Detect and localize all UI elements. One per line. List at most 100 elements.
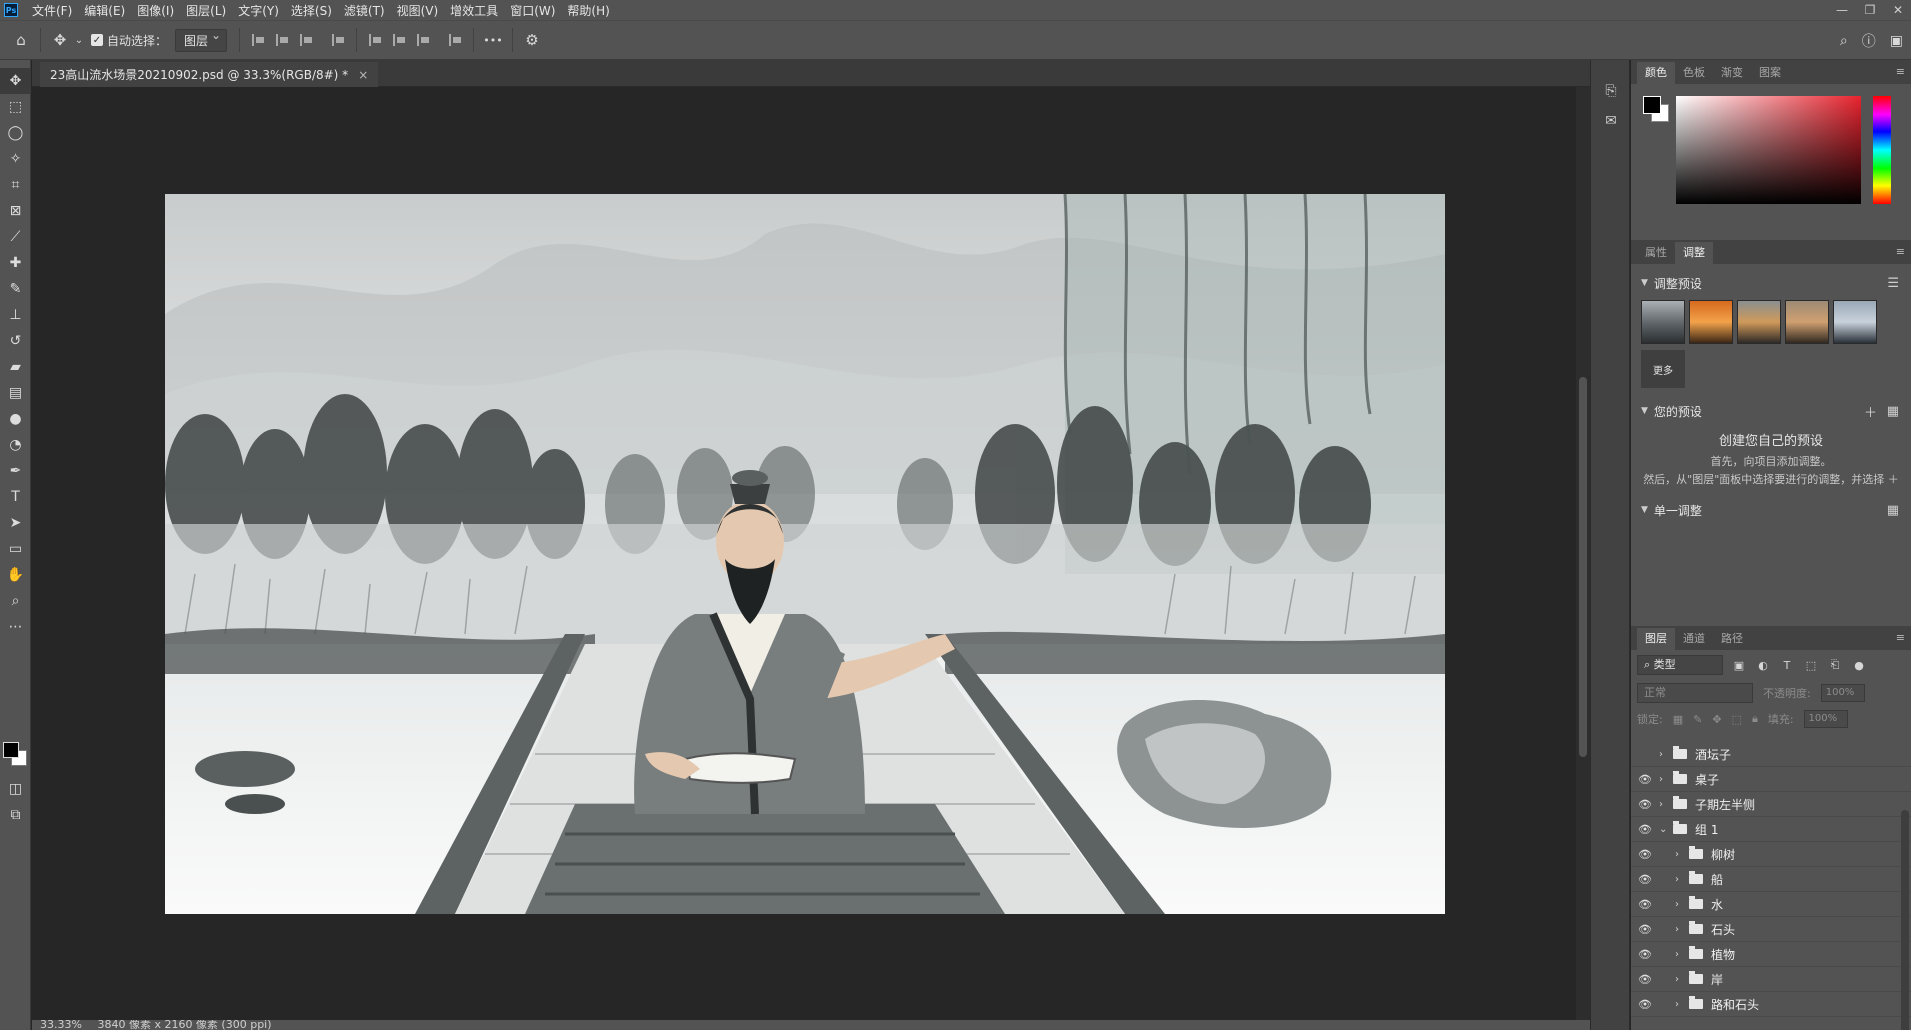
preset-thumbnail[interactable] <box>1785 300 1829 344</box>
screen-mode-icon[interactable]: ⧉ <box>0 802 31 828</box>
align-right-icon[interactable] <box>294 34 318 46</box>
fill-input[interactable]: 100% <box>1803 710 1848 728</box>
scrollbar-thumb[interactable] <box>1579 377 1587 757</box>
home-icon[interactable]: ⌂ <box>8 31 34 49</box>
align-top-icon[interactable] <box>363 34 387 46</box>
list-view-icon[interactable]: ☰ <box>1887 276 1899 291</box>
align-vertical-center-icon[interactable] <box>387 34 411 46</box>
document-tab[interactable]: 23高山流水场景20210902.psd @ 33.3%(RGB/8#) * × <box>40 62 379 87</box>
help-icon[interactable]: ⓘ <box>1862 31 1876 51</box>
lasso-tool-icon[interactable]: ◯ <box>0 120 31 146</box>
lock-all-icon[interactable]: 🔒︎ <box>1752 712 1758 726</box>
menu-edit[interactable]: 编辑(E) <box>78 2 131 19</box>
eye-icon[interactable]: 👁︎ <box>1631 823 1659 836</box>
tab-gradients[interactable]: 渐变 <box>1713 62 1751 84</box>
grid-view-icon[interactable]: ▦ <box>1887 404 1899 419</box>
close-tab-icon[interactable]: × <box>358 68 368 82</box>
tab-color[interactable]: 颜色 <box>1637 62 1675 84</box>
tab-properties[interactable]: 属性 <box>1637 242 1675 264</box>
lock-pixels-icon[interactable]: ✎ <box>1693 713 1702 726</box>
rectangle-tool-icon[interactable]: ▭ <box>0 536 31 562</box>
eye-icon[interactable]: 👁︎ <box>1631 798 1659 811</box>
foreground-color-swatch[interactable] <box>1643 96 1661 114</box>
layer-row[interactable]: 👁︎ › 路和石头 <box>1631 992 1911 1017</box>
history-panel-icon[interactable]: ⎘ <box>1591 76 1631 106</box>
menu-type[interactable]: 文字(Y) <box>232 2 285 19</box>
blur-tool-icon[interactable]: ● <box>0 406 31 432</box>
zoom-level[interactable]: 33.33% <box>40 1020 82 1030</box>
opacity-input[interactable]: 100% <box>1820 684 1865 702</box>
filter-smart-object-icon[interactable]: ⎗ <box>1827 658 1843 672</box>
menu-layer[interactable]: 图层(L) <box>180 2 232 19</box>
menu-file[interactable]: 文件(F) <box>26 2 78 19</box>
tab-swatches[interactable]: 色板 <box>1675 62 1713 84</box>
search-icon[interactable]: ⌕ <box>1840 33 1848 49</box>
layer-row[interactable]: 👁︎ › 石头 <box>1631 917 1911 942</box>
gradient-tool-icon[interactable]: ▤ <box>0 380 31 406</box>
pen-tool-icon[interactable]: ✒ <box>0 458 31 484</box>
tab-adjustments[interactable]: 调整 <box>1675 242 1713 264</box>
workspace-icon[interactable]: ▣ <box>1890 33 1903 49</box>
chevron-down-icon[interactable]: ⌄ <box>73 35 85 46</box>
healing-brush-tool-icon[interactable]: ✚ <box>0 250 31 276</box>
panel-menu-icon[interactable]: ≡ <box>1896 245 1905 258</box>
chevron-right-icon[interactable]: › <box>1659 749 1671 760</box>
preset-thumbnail[interactable] <box>1641 300 1685 344</box>
comments-panel-icon[interactable]: ✉ <box>1591 106 1631 136</box>
distribute-horizontal-icon[interactable] <box>443 34 467 46</box>
magic-wand-tool-icon[interactable]: ✧ <box>0 146 31 172</box>
layer-row[interactable]: 👁︎ › 桌子 <box>1631 767 1911 792</box>
marquee-tool-icon[interactable]: ⬚ <box>0 94 31 120</box>
foreground-color-swatch[interactable] <box>3 742 19 758</box>
filter-adjustment-icon[interactable]: ◐ <box>1755 659 1771 672</box>
brush-tool-icon[interactable]: ✎ <box>0 276 31 302</box>
preset-thumbnail[interactable] <box>1689 300 1733 344</box>
canvas-area[interactable] <box>32 87 1576 1020</box>
type-tool-icon[interactable]: T <box>0 484 31 510</box>
minimize-icon[interactable]: — <box>1835 3 1849 17</box>
eye-icon[interactable]: 👁︎ <box>1631 873 1659 886</box>
layer-row[interactable]: 👁︎ › 岸 <box>1631 967 1911 992</box>
menu-filter[interactable]: 滤镜(T) <box>338 2 391 19</box>
color-picker-field[interactable] <box>1676 96 1861 204</box>
crop-tool-icon[interactable]: ⌗ <box>0 172 31 198</box>
align-left-icon[interactable] <box>246 34 270 46</box>
align-bottom-icon[interactable] <box>411 34 435 46</box>
layer-filter-dropdown[interactable]: ⌕ 类型 <box>1637 655 1723 675</box>
grid-view-icon[interactable]: ▦ <box>1887 503 1899 518</box>
eyedropper-tool-icon[interactable]: ⟋ <box>0 224 31 250</box>
filter-toggle-icon[interactable]: ● <box>1851 659 1867 672</box>
menu-view[interactable]: 视图(V) <box>391 2 445 19</box>
layer-row[interactable]: 👁︎› 酒坛子 <box>1631 742 1911 767</box>
chevron-right-icon[interactable]: › <box>1659 799 1671 810</box>
hue-slider[interactable] <box>1873 96 1891 204</box>
zoom-tool-icon[interactable]: ⌕ <box>0 588 31 614</box>
preset-thumbnail[interactable] <box>1833 300 1877 344</box>
eye-icon[interactable]: 👁︎ <box>1631 998 1659 1011</box>
menu-plugins[interactable]: 增效工具 <box>444 2 504 19</box>
eye-icon[interactable]: 👁︎ <box>1631 848 1659 861</box>
auto-select-checkbox[interactable]: ✓ <box>91 34 103 46</box>
eraser-tool-icon[interactable]: ▰ <box>0 354 31 380</box>
chevron-right-icon[interactable]: › <box>1675 849 1687 860</box>
your-presets-header[interactable]: ▼ 您的预设 ▦ ＋ <box>1631 398 1911 424</box>
layer-row[interactable]: 👁︎ › 植物 <box>1631 942 1911 967</box>
layer-row[interactable]: 👁︎ › 水 <box>1631 892 1911 917</box>
move-tool-icon[interactable]: ✥ <box>47 31 73 49</box>
tab-channels[interactable]: 通道 <box>1675 628 1713 650</box>
menu-select[interactable]: 选择(S) <box>285 2 338 19</box>
chevron-right-icon[interactable]: › <box>1675 974 1687 985</box>
filter-pixel-icon[interactable]: ▣ <box>1731 659 1747 672</box>
move-tool-icon[interactable]: ✥ <box>0 68 31 94</box>
filter-type-icon[interactable]: T <box>1779 659 1795 672</box>
chevron-right-icon[interactable]: › <box>1659 774 1671 785</box>
close-icon[interactable]: ✕ <box>1891 3 1905 17</box>
panel-menu-icon[interactable]: ≡ <box>1896 65 1905 78</box>
lock-position-icon[interactable]: ✥ <box>1712 713 1721 726</box>
adjust-presets-header[interactable]: ▼ 调整预设 ☰ <box>1631 270 1911 296</box>
tab-patterns[interactable]: 图案 <box>1751 62 1789 84</box>
layer-row[interactable]: 👁︎ › 船 <box>1631 867 1911 892</box>
lock-transparency-icon[interactable]: ▦ <box>1673 713 1683 726</box>
chevron-right-icon[interactable]: › <box>1675 874 1687 885</box>
add-icon[interactable]: ＋ <box>1864 402 1877 421</box>
